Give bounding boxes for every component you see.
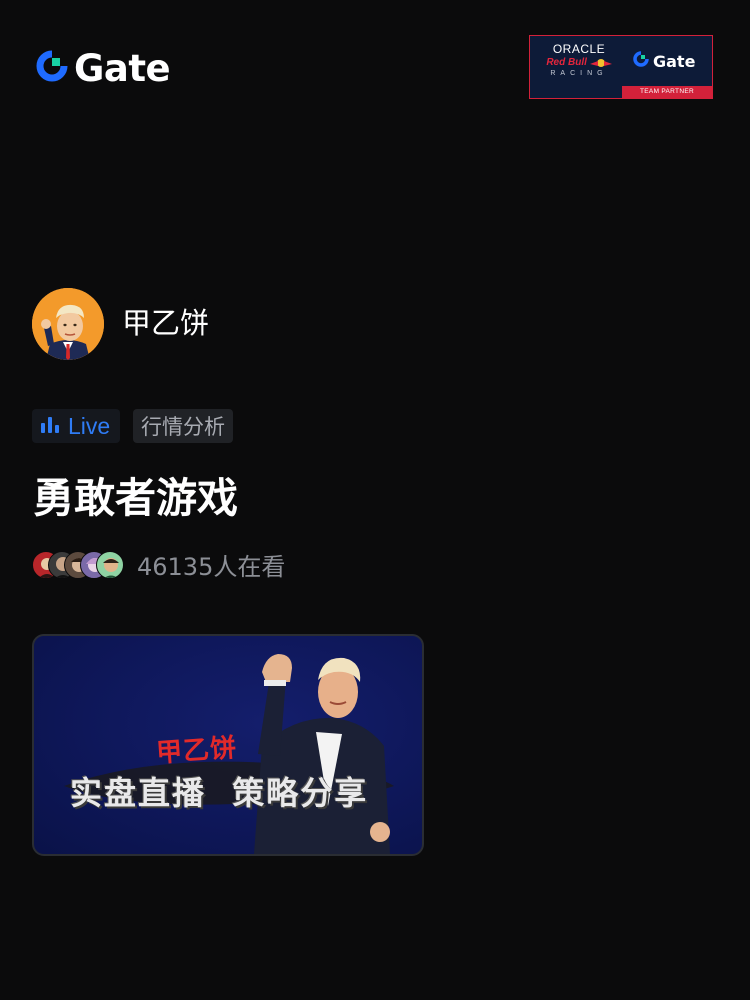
host-avatar-cartoon xyxy=(32,288,104,360)
redbull-label: Red Bull xyxy=(538,56,620,69)
gate-logo-icon xyxy=(34,48,70,88)
partner-gate-logo: Gate xyxy=(632,50,695,72)
oracle-label: ORACLE xyxy=(552,42,606,56)
category-tag[interactable]: 行情分析 xyxy=(133,409,233,443)
viewer-avatar-stack xyxy=(32,551,132,581)
stream-cover-thumbnail[interactable]: 甲乙饼 实盘直播 策略分享 xyxy=(32,634,424,856)
gate-logo-icon xyxy=(632,50,650,72)
stream-title: 勇敢者游戏 xyxy=(33,474,238,522)
viewer-count: 46135人在看 xyxy=(137,553,286,581)
racing-label: RACING xyxy=(550,70,608,78)
host-name[interactable]: 甲乙饼 xyxy=(122,306,209,341)
cover-host-name: 甲乙饼 xyxy=(155,733,239,769)
partner-gate-wordmark: Gate xyxy=(653,51,696,71)
bar-chart-icon xyxy=(40,415,60,437)
team-partner-badge: ORACLE Red Bull RACING Gate TEAM PARTNER xyxy=(529,35,713,99)
viewer-avatar xyxy=(96,551,124,579)
bull-icon xyxy=(589,58,612,67)
live-badge: Live xyxy=(32,409,121,443)
gate-wordmark: Gate xyxy=(74,46,171,90)
cover-headline: 实盘直播 策略分享 xyxy=(70,774,369,812)
team-partner-label: TEAM PARTNER xyxy=(622,86,712,98)
live-label: Live xyxy=(68,412,111,439)
gate-logo[interactable]: Gate xyxy=(34,46,171,90)
host-avatar[interactable] xyxy=(32,288,104,360)
redbull-racing-logo: ORACLE Red Bull RACING xyxy=(538,42,620,79)
